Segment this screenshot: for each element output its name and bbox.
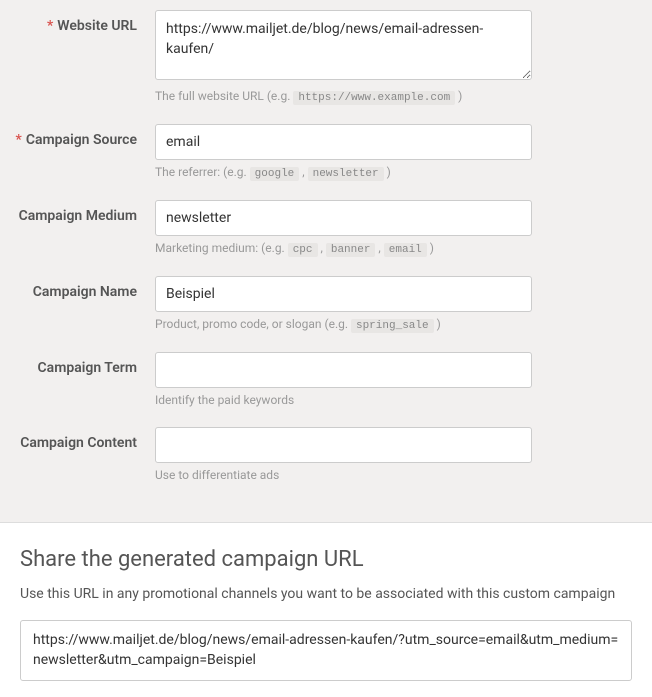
row-website-url: *Website URL The full website URL (e.g. …: [0, 10, 632, 118]
row-campaign-name: Campaign Name Product, promo code, or sl…: [0, 276, 632, 346]
label-campaign-medium: Campaign Medium: [0, 200, 155, 224]
share-section: Share the generated campaign URL Use thi…: [0, 522, 652, 697]
row-campaign-medium: Campaign Medium Marketing medium: (e.g. …: [0, 200, 632, 270]
row-campaign-term: Campaign Term Identify the paid keywords: [0, 352, 632, 421]
label-website-url: *Website URL: [0, 10, 155, 34]
help-campaign-name: Product, promo code, or slogan (e.g. spr…: [155, 317, 532, 332]
campaign-term-input[interactable]: [155, 352, 532, 388]
help-campaign-source: The referrer: (e.g. google , newsletter …: [155, 165, 532, 180]
generated-url-output[interactable]: https://www.mailjet.de/blog/news/email-a…: [20, 620, 632, 681]
help-campaign-medium: Marketing medium: (e.g. cpc , banner , e…: [155, 241, 532, 256]
campaign-name-input[interactable]: [155, 276, 532, 312]
help-campaign-content: Use to differentiate ads: [155, 468, 532, 482]
website-url-input[interactable]: [155, 10, 532, 80]
required-asterisk: *: [16, 132, 22, 148]
row-campaign-content: Campaign Content Use to differentiate ad…: [0, 427, 632, 496]
label-campaign-content: Campaign Content: [0, 427, 155, 451]
campaign-source-input[interactable]: [155, 124, 532, 160]
label-campaign-term: Campaign Term: [0, 352, 155, 376]
help-website-url: The full website URL (e.g. https://www.e…: [155, 89, 532, 104]
share-title: Share the generated campaign URL: [20, 547, 632, 572]
label-campaign-source: *Campaign Source: [0, 124, 155, 148]
campaign-content-input[interactable]: [155, 427, 532, 463]
campaign-medium-input[interactable]: [155, 200, 532, 236]
label-campaign-name: Campaign Name: [0, 276, 155, 300]
help-campaign-term: Identify the paid keywords: [155, 393, 532, 407]
row-campaign-source: *Campaign Source The referrer: (e.g. goo…: [0, 124, 632, 194]
required-asterisk: *: [47, 18, 53, 34]
share-desc: Use this URL in any promotional channels…: [20, 586, 632, 602]
